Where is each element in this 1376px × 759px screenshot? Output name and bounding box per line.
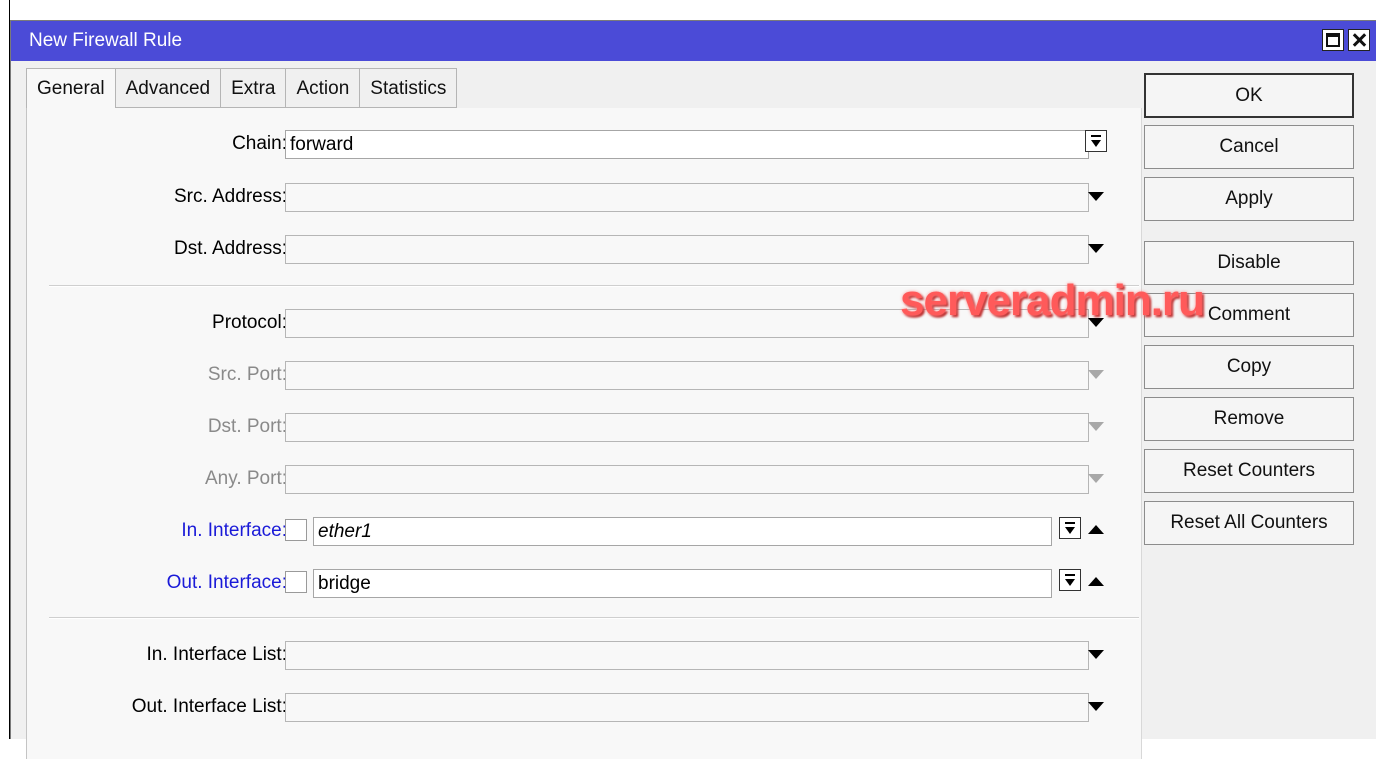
tab-extra[interactable]: Extra [221, 68, 287, 108]
out-interface-field[interactable]: bridge [313, 569, 1052, 598]
tab-statistics[interactable]: Statistics [360, 68, 458, 108]
dst-address-expand-icon[interactable] [1088, 244, 1104, 253]
close-icon[interactable] [1348, 29, 1370, 51]
protocol-row: Protocol: [27, 303, 1143, 343]
out-interface-row: Out. Interface: bridge [27, 563, 1143, 603]
src-address-row: Src. Address: [27, 177, 1143, 217]
protocol-label: Protocol: [212, 312, 287, 333]
in-interface-dropdown-icon[interactable] [1059, 517, 1081, 539]
out-interface-list-label: Out. Interface List: [131, 696, 287, 717]
src-address-expand-icon[interactable] [1088, 192, 1104, 201]
tab-bar: General Advanced Extra Action Statistics [26, 68, 458, 109]
protocol-expand-icon[interactable] [1088, 318, 1104, 327]
out-interface-negate-checkbox[interactable] [285, 571, 307, 593]
in-interface-row: In. Interface: ether1 [27, 511, 1143, 551]
out-interface-list-row: Out. Interface List: [27, 687, 1143, 727]
disable-button[interactable]: Disable [1144, 241, 1354, 285]
out-interface-collapse-icon[interactable] [1088, 577, 1104, 586]
dst-port-expand-icon [1088, 422, 1104, 431]
separator [49, 617, 1139, 619]
any-port-expand-icon [1088, 474, 1104, 483]
src-port-label: Src. Port: [207, 364, 287, 385]
tab-general[interactable]: General [26, 68, 116, 109]
comment-button[interactable]: Comment [1144, 293, 1354, 337]
src-port-expand-icon [1088, 370, 1104, 379]
src-address-label: Src. Address: [174, 186, 287, 207]
remove-button[interactable]: Remove [1144, 397, 1354, 441]
dst-address-field[interactable] [285, 235, 1089, 264]
chain-row: Chain: forward [27, 124, 1143, 164]
ok-button[interactable]: OK [1144, 73, 1354, 118]
cancel-button[interactable]: Cancel [1144, 125, 1354, 169]
out-interface-list-field[interactable] [285, 693, 1089, 722]
in-interface-label[interactable]: In. Interface: [181, 511, 287, 551]
general-tab-panel: Chain: forward Src. Address: Dst. Addres… [26, 108, 1142, 759]
src-port-row: Src. Port: [27, 355, 1143, 395]
in-interface-collapse-icon[interactable] [1088, 525, 1104, 534]
in-interface-field[interactable]: ether1 [313, 517, 1052, 546]
any-port-field [285, 465, 1089, 494]
title-bar[interactable]: New Firewall Rule [11, 21, 1376, 61]
any-port-label: Any. Port: [204, 468, 287, 489]
maximize-icon[interactable] [1322, 29, 1344, 51]
out-interface-dropdown-icon[interactable] [1059, 569, 1081, 591]
reset-all-counters-button[interactable]: Reset All Counters [1144, 501, 1354, 545]
dst-port-row: Dst. Port: [27, 407, 1143, 447]
in-interface-list-row: In. Interface List: [27, 635, 1143, 675]
dst-port-label: Dst. Port: [207, 416, 287, 437]
dst-port-field [285, 413, 1089, 442]
out-interface-list-expand-icon[interactable] [1088, 702, 1104, 711]
separator [49, 285, 1139, 287]
reset-counters-button[interactable]: Reset Counters [1144, 449, 1354, 493]
tab-action[interactable]: Action [286, 68, 361, 108]
src-port-field [285, 361, 1089, 390]
any-port-row: Any. Port: [27, 459, 1143, 499]
in-interface-list-field[interactable] [285, 641, 1089, 670]
background-window-edge [0, 0, 10, 739]
tab-advanced[interactable]: Advanced [115, 68, 222, 108]
chain-label: Chain: [232, 133, 287, 154]
copy-button[interactable]: Copy [1144, 345, 1354, 389]
src-address-field[interactable] [285, 183, 1089, 212]
in-interface-negate-checkbox[interactable] [285, 519, 307, 541]
out-interface-label[interactable]: Out. Interface: [167, 563, 287, 603]
apply-button[interactable]: Apply [1144, 177, 1354, 221]
protocol-field[interactable] [285, 309, 1089, 338]
dst-address-label: Dst. Address: [174, 238, 287, 259]
chain-dropdown-icon[interactable] [1085, 130, 1107, 152]
in-interface-list-expand-icon[interactable] [1088, 650, 1104, 659]
dst-address-row: Dst. Address: [27, 229, 1143, 269]
window-title: New Firewall Rule [29, 30, 183, 51]
in-interface-list-label: In. Interface List: [146, 644, 287, 665]
chain-field[interactable]: forward [285, 130, 1089, 159]
